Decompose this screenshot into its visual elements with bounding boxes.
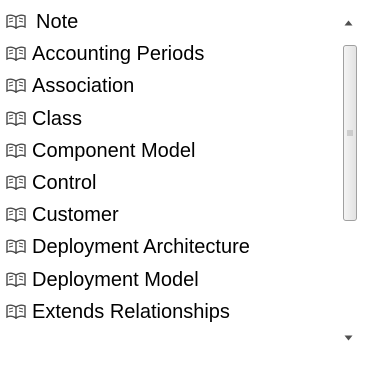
list-item-label: Component Model [32,139,196,162]
open-book-icon [6,46,26,62]
list-item[interactable]: Association [0,70,340,102]
open-book-icon [6,78,26,94]
open-book-icon [6,143,26,158]
open-book-icon [6,239,26,255]
open-book-icon [6,304,26,319]
list-item-label: Association [32,75,135,98]
list-item-label: Customer [32,204,119,227]
list-item-label: Deployment Model [32,268,199,291]
list-box[interactable]: Note Accounting Periods Association Clas… [0,0,373,367]
open-book-icon [6,111,26,126]
open-book-icon [6,207,26,223]
open-book-icon [6,14,26,30]
list-item[interactable]: Component Model [0,135,340,167]
list-item-label: Note [36,11,79,34]
chevron-up-icon [344,20,353,26]
scroll-down-button[interactable] [340,329,357,347]
list-item[interactable]: Extends Relationships [0,296,340,328]
list-item[interactable]: Deployment Architecture [0,231,340,263]
list-item[interactable]: Note [0,6,340,38]
grip-icon [347,130,353,136]
list-item[interactable]: Class [0,103,340,135]
list-item-label: Class [32,107,83,130]
open-book-icon [6,272,26,287]
item-list: Note Accounting Periods Association Clas… [0,6,340,328]
list-item-label: Extends Relationships [32,300,230,323]
scroll-up-button[interactable] [340,14,357,32]
list-item[interactable]: Deployment Model [0,264,340,296]
list-item-label: Deployment Architecture [32,236,250,259]
vertical-scrollbar[interactable] [340,0,357,367]
list-item[interactable]: Customer [0,199,340,231]
chevron-down-icon [344,335,353,341]
list-item-label: Accounting Periods [32,43,205,66]
list-item[interactable]: Accounting Periods [0,38,340,70]
list-item-label: Control [32,172,97,195]
open-book-icon [6,175,26,191]
list-item[interactable]: Control [0,167,340,199]
scroll-thumb[interactable] [343,45,357,221]
